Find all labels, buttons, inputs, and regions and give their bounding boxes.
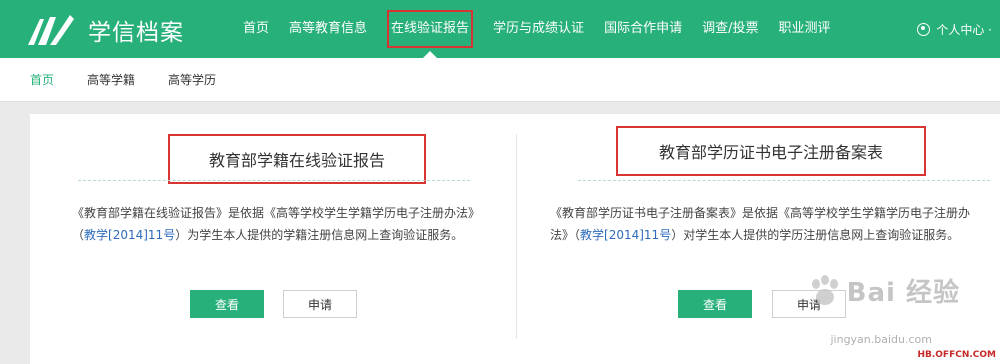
main-nav: 首页 高等教育信息 在线验证报告 学历与成绩认证 国际合作申请 调查/投票 职业… [233,0,840,59]
watermark-site: HB.OFFCN.COM [917,350,996,360]
subnav-student-status[interactable]: 高等学籍 [87,71,135,88]
card-degree-certificate-record: 教育部学历证书电子注册备案表 《教育部学历证书电子注册备案表》是依据《高等学校学… [530,114,1000,364]
top-header: 学信档案 首页 高等教育信息 在线验证报告 学历与成绩认证 国际合作申请 调查/… [0,0,1000,59]
card-title: 教育部学籍在线验证报告 [168,134,426,184]
card-description: 《教育部学历证书电子注册备案表》是依据《高等学校学生学籍学历电子注册办法》（教学… [550,202,970,246]
card-description: 《教育部学籍在线验证报告》是依据《高等学校学生学籍学历电子注册办法》（教学[20… [72,202,482,246]
paw-icon [811,274,838,305]
nav-online-verification-report-label: 在线验证报告 [391,21,470,36]
view-button[interactable]: 查看 [678,290,752,318]
nav-international-cooperation[interactable]: 国际合作申请 [594,0,692,58]
title-divider [578,180,990,181]
desc-text: ）对学生本人提供的学历注册信息网上查询验证服务。 [671,228,960,242]
panel-divider [516,134,517,339]
user-icon [917,22,931,36]
nav-career-assessment[interactable]: 职业测评 [768,0,840,58]
user-center[interactable]: 个人中心 · [917,0,992,58]
book-logo-icon [28,15,74,45]
user-center-label: 个人中心 · [936,22,992,37]
watermark-brand: Bai 经验 [846,278,960,308]
title-divider [78,180,470,181]
nav-degree-certification[interactable]: 学历与成绩认证 [483,0,594,58]
logo[interactable]: 学信档案 [26,12,236,48]
card-title: 教育部学历证书电子注册备案表 [616,126,926,176]
card-student-status-report: 教育部学籍在线验证报告 《教育部学籍在线验证报告》是依据《高等学校学生学籍学历电… [30,114,480,364]
nav-online-verification-report[interactable]: 在线验证报告 [377,0,483,59]
report-panel: 教育部学籍在线验证报告 《教育部学籍在线验证报告》是依据《高等学校学生学籍学历电… [30,114,1000,364]
logo-text: 学信档案 [88,20,184,46]
watermark-logo: Bai 经验 [807,272,960,309]
regulation-link[interactable]: 教学[2014]11号 [580,228,671,242]
subnav-home[interactable]: 首页 [30,71,54,88]
nav-survey-vote[interactable]: 调查/投票 [692,0,768,58]
nav-home[interactable]: 首页 [233,0,279,58]
apply-button[interactable]: 申请 [283,290,357,318]
desc-text: ）为学生本人提供的学籍注册信息网上查询验证服务。 [175,228,464,242]
sub-nav: 首页 高等学籍 高等学历 [0,58,1000,102]
view-button[interactable]: 查看 [190,290,264,318]
subnav-degree[interactable]: 高等学历 [168,71,216,88]
regulation-link[interactable]: 教学[2014]11号 [84,228,175,242]
watermark-url: jingyan.baidu.com [830,333,932,346]
nav-higher-education-info[interactable]: 高等教育信息 [279,0,377,58]
